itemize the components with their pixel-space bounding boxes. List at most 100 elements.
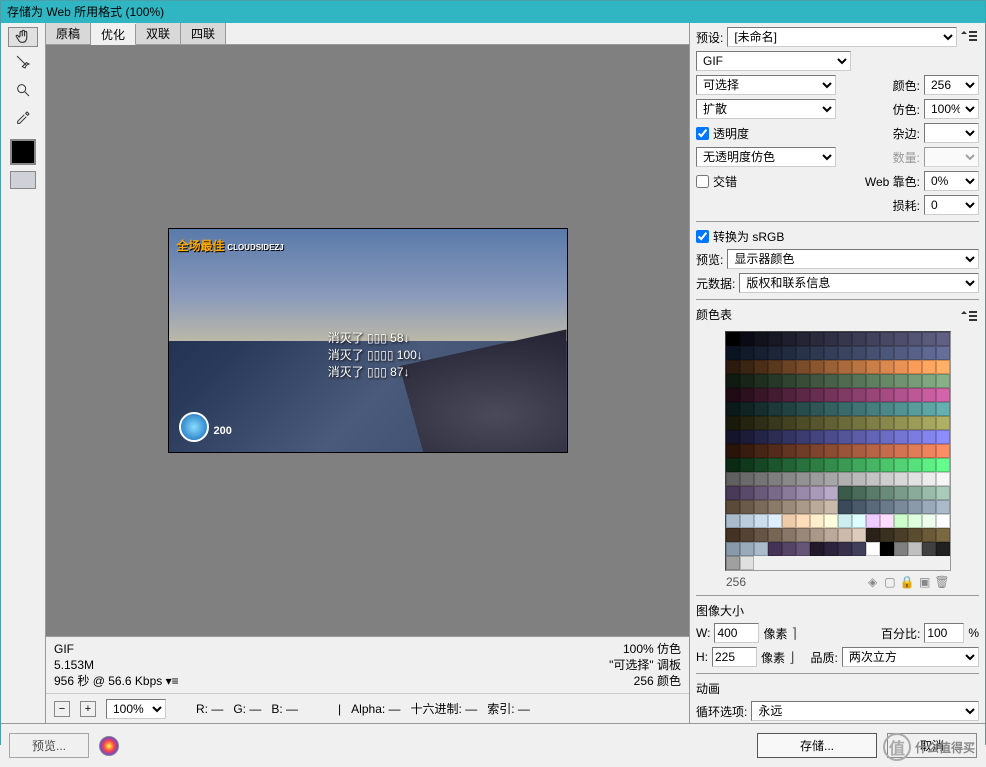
tab-4up[interactable]: 四联 xyxy=(181,23,226,44)
color-swatch[interactable] xyxy=(824,332,838,346)
color-swatch[interactable] xyxy=(908,500,922,514)
color-swatch[interactable] xyxy=(880,444,894,458)
color-swatch[interactable] xyxy=(866,332,880,346)
color-swatch[interactable] xyxy=(936,374,950,388)
color-swatch[interactable] xyxy=(768,444,782,458)
color-swatch[interactable] xyxy=(740,430,754,444)
browser-icon[interactable] xyxy=(99,736,119,756)
color-swatch[interactable] xyxy=(852,458,866,472)
color-swatch[interactable] xyxy=(824,444,838,458)
color-swatch[interactable] xyxy=(866,416,880,430)
preview-button[interactable]: 预览... xyxy=(9,733,89,758)
color-swatch[interactable] xyxy=(838,388,852,402)
color-swatch[interactable] xyxy=(754,472,768,486)
preview-select[interactable]: 显示器颜色 xyxy=(727,249,979,269)
color-swatch[interactable] xyxy=(908,430,922,444)
color-swatch[interactable] xyxy=(810,374,824,388)
color-swatch[interactable] xyxy=(754,416,768,430)
color-swatch[interactable] xyxy=(824,514,838,528)
color-swatch[interactable] xyxy=(824,486,838,500)
color-swatch[interactable] xyxy=(726,374,740,388)
foreground-color[interactable] xyxy=(10,139,36,165)
color-swatch[interactable] xyxy=(796,444,810,458)
color-swatch[interactable] xyxy=(866,528,880,542)
interlace-check[interactable] xyxy=(696,175,709,188)
color-swatch[interactable] xyxy=(796,528,810,542)
colortable-menu-icon[interactable] xyxy=(961,311,979,323)
link-icon[interactable]: ⌉ xyxy=(791,625,796,642)
color-swatch[interactable] xyxy=(782,416,796,430)
color-swatch[interactable] xyxy=(852,346,866,360)
color-swatch[interactable] xyxy=(796,472,810,486)
color-swatch[interactable] xyxy=(922,514,936,528)
color-swatch[interactable] xyxy=(838,402,852,416)
color-swatch[interactable] xyxy=(726,472,740,486)
color-swatch[interactable] xyxy=(796,542,810,556)
color-swatch[interactable] xyxy=(740,500,754,514)
color-swatch[interactable] xyxy=(908,472,922,486)
color-swatch[interactable] xyxy=(740,472,754,486)
color-swatch[interactable] xyxy=(726,556,740,570)
color-swatch[interactable] xyxy=(740,444,754,458)
color-swatch[interactable] xyxy=(740,458,754,472)
color-swatch[interactable] xyxy=(740,332,754,346)
color-swatch[interactable] xyxy=(726,388,740,402)
color-swatch[interactable] xyxy=(740,388,754,402)
color-swatch[interactable] xyxy=(740,346,754,360)
color-swatch[interactable] xyxy=(866,500,880,514)
color-swatch[interactable] xyxy=(894,542,908,556)
color-swatch[interactable] xyxy=(922,416,936,430)
trans-dither-select[interactable]: 无透明度仿色 xyxy=(696,147,836,167)
color-swatch[interactable] xyxy=(796,458,810,472)
color-swatch[interactable] xyxy=(810,430,824,444)
color-swatch[interactable] xyxy=(894,430,908,444)
color-swatch[interactable] xyxy=(852,360,866,374)
color-swatch[interactable] xyxy=(768,402,782,416)
color-swatch[interactable] xyxy=(936,444,950,458)
color-swatch[interactable] xyxy=(810,472,824,486)
color-swatch[interactable] xyxy=(908,360,922,374)
color-swatch[interactable] xyxy=(838,346,852,360)
color-swatch[interactable] xyxy=(824,360,838,374)
color-swatch[interactable] xyxy=(754,346,768,360)
color-swatch[interactable] xyxy=(824,346,838,360)
color-swatch[interactable] xyxy=(894,472,908,486)
color-swatch[interactable] xyxy=(852,430,866,444)
percent-input[interactable] xyxy=(924,623,964,643)
color-swatch[interactable] xyxy=(824,528,838,542)
format-select[interactable]: GIF xyxy=(696,51,851,71)
color-swatch[interactable] xyxy=(908,388,922,402)
color-swatch[interactable] xyxy=(922,346,936,360)
color-swatch[interactable] xyxy=(908,374,922,388)
color-swatch[interactable] xyxy=(880,514,894,528)
height-input[interactable] xyxy=(712,647,757,667)
color-table[interactable] xyxy=(725,331,951,571)
ct-trash-icon[interactable]: 🗑 xyxy=(935,575,949,589)
ct-new-icon[interactable]: ▣ xyxy=(918,575,932,589)
color-swatch[interactable] xyxy=(880,500,894,514)
color-swatch[interactable] xyxy=(768,430,782,444)
color-swatch[interactable] xyxy=(908,514,922,528)
color-swatch[interactable] xyxy=(726,360,740,374)
color-swatch[interactable] xyxy=(768,542,782,556)
hand-tool[interactable] xyxy=(8,27,38,47)
color-swatch[interactable] xyxy=(894,444,908,458)
color-swatch[interactable] xyxy=(768,458,782,472)
color-swatch[interactable] xyxy=(740,514,754,528)
color-swatch[interactable] xyxy=(810,486,824,500)
color-swatch[interactable] xyxy=(782,458,796,472)
color-swatch[interactable] xyxy=(726,444,740,458)
color-swatch[interactable] xyxy=(796,514,810,528)
color-swatch[interactable] xyxy=(754,374,768,388)
color-swatch[interactable] xyxy=(852,402,866,416)
color-swatch[interactable] xyxy=(908,458,922,472)
color-swatch[interactable] xyxy=(782,444,796,458)
color-swatch[interactable] xyxy=(838,542,852,556)
color-swatch[interactable] xyxy=(908,542,922,556)
color-swatch[interactable] xyxy=(726,500,740,514)
color-swatch[interactable] xyxy=(824,374,838,388)
color-swatch[interactable] xyxy=(838,444,852,458)
color-swatch[interactable] xyxy=(922,542,936,556)
color-swatch[interactable] xyxy=(796,416,810,430)
color-swatch[interactable] xyxy=(740,402,754,416)
